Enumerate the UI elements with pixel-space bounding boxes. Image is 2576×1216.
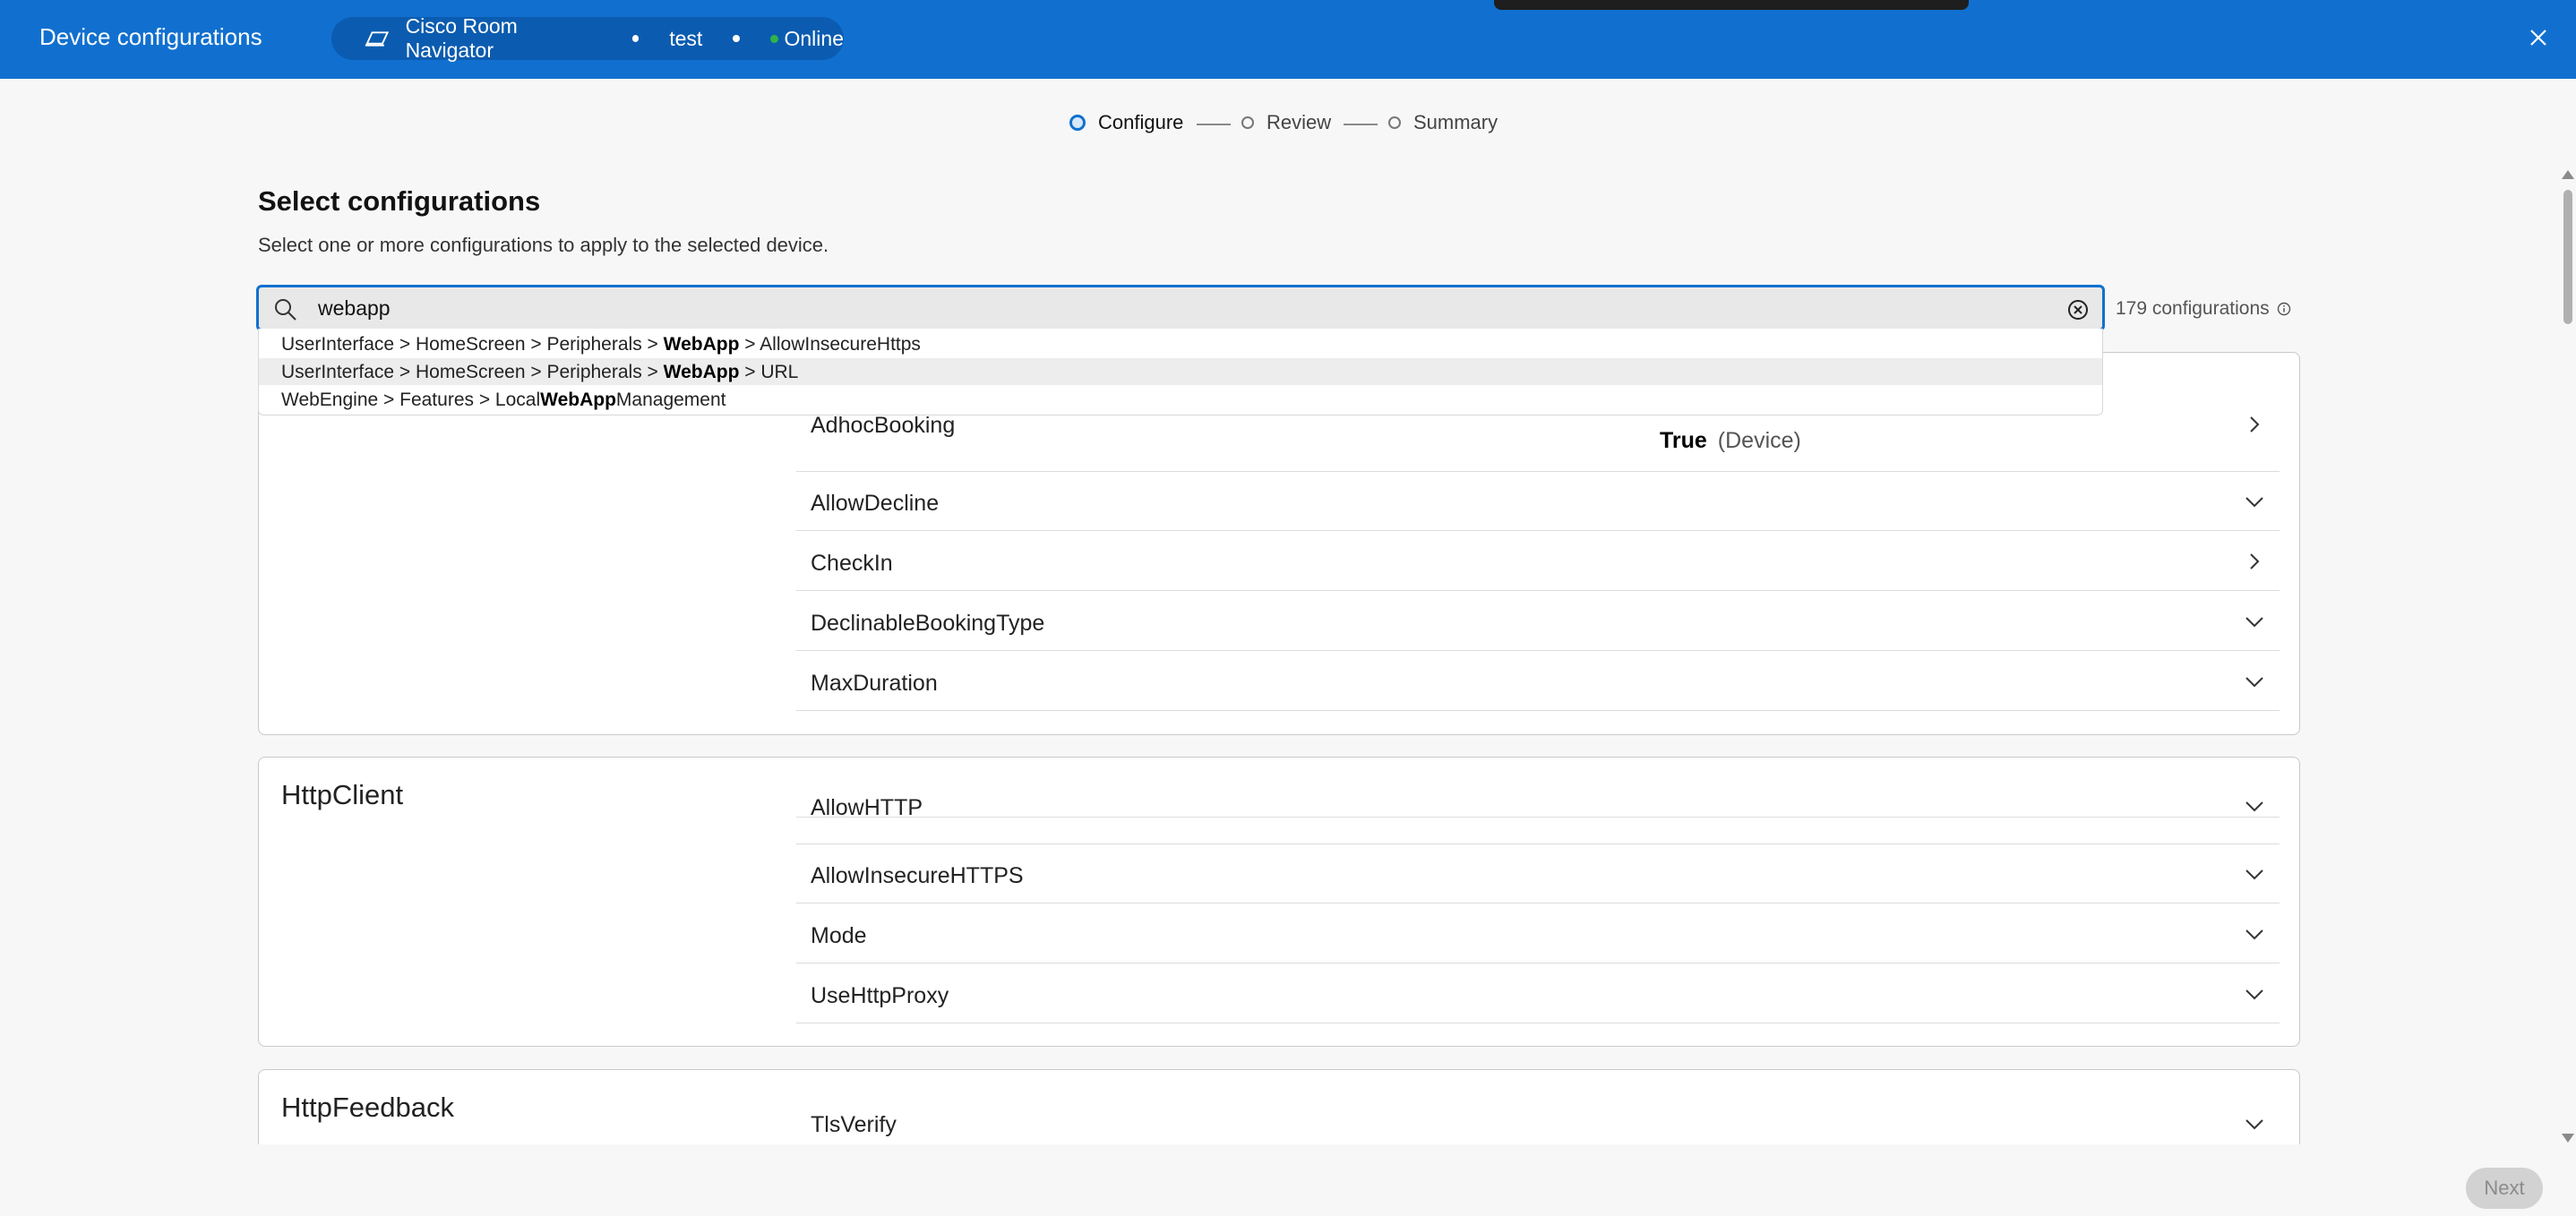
chevron-down-icon [2245, 497, 2263, 508]
config-row-mode[interactable]: Mode [796, 903, 2280, 963]
step-connector [1197, 124, 1231, 125]
config-group-card: HttpClient AllowHTTP AllowInsecureHTTPS … [258, 757, 2300, 1047]
scroll-up-arrow-icon[interactable] [2562, 170, 2574, 179]
clear-search-icon[interactable] [2066, 298, 2090, 321]
config-label: CheckIn [811, 551, 893, 576]
config-current-value: True (Device) [1660, 428, 1801, 453]
chevron-down-icon [2245, 929, 2263, 940]
configuration-search [256, 285, 2105, 331]
config-row-declinablebookingtype[interactable]: DeclinableBookingType [796, 591, 2280, 651]
suggestion-item[interactable]: WebEngine > Features > LocalWebAppManage… [259, 386, 2102, 413]
config-label: MaxDuration [811, 671, 938, 696]
config-row-allowinsecurehttps[interactable]: AllowInsecureHTTPS [796, 843, 2280, 903]
online-status-dot [769, 34, 778, 43]
chevron-down-icon [2245, 989, 2263, 1000]
step-dot [1388, 116, 1401, 129]
page-scrollbar[interactable] [2558, 167, 2576, 1143]
config-label: Mode [811, 923, 867, 948]
top-bar: Device configurations Cisco Room Navigat… [0, 0, 2576, 79]
notification-toast-edge [1494, 0, 1969, 10]
config-row-divider [796, 758, 2280, 844]
config-label: DeclinableBookingType [811, 611, 1045, 636]
chevron-down-icon [2245, 869, 2263, 880]
config-row-checkin[interactable]: CheckIn [796, 531, 2280, 591]
step-label: Configure [1098, 111, 1184, 133]
separator-dot [733, 35, 740, 42]
step-summary: Summary [1388, 111, 1498, 134]
section-heading: Select configurations [258, 185, 541, 217]
step-connector [1344, 124, 1378, 125]
search-icon [275, 299, 296, 321]
step-label: Review [1267, 111, 1332, 133]
device-tag: test [669, 26, 703, 50]
step-configure: Configure [1069, 111, 1183, 134]
step-dot [1241, 116, 1254, 129]
device-name: Cisco Room Navigator [405, 14, 518, 62]
close-icon[interactable] [2526, 25, 2551, 50]
config-label: TlsVerify [811, 1112, 897, 1137]
search-input[interactable] [318, 293, 2020, 323]
config-label: UseHttpProxy [811, 983, 949, 1008]
config-label: AllowDecline [811, 491, 940, 516]
scroll-down-arrow-icon[interactable] [2562, 1134, 2574, 1143]
wizard-stepper: Configure Review Summary [0, 111, 2576, 138]
configuration-count: 179 configurations [2116, 298, 2291, 320]
next-button[interactable]: Next [2466, 1168, 2543, 1209]
section-description: Select one or more configurations to app… [258, 234, 829, 256]
page-header-title: Device configurations [39, 23, 262, 50]
group-title: HttpClient [281, 779, 404, 810]
step-review: Review [1241, 111, 1331, 134]
config-row-maxduration[interactable]: MaxDuration [796, 651, 2280, 711]
search-suggestions: UserInterface > HomeScreen > Peripherals… [258, 329, 2103, 415]
configuration-count-label: 179 configurations [2116, 298, 2270, 319]
separator-dot [631, 35, 640, 42]
chevron-down-icon [2245, 617, 2263, 628]
wizard-footer: Next [0, 1144, 2576, 1216]
group-title: HttpFeedback [281, 1092, 454, 1123]
suggestion-item[interactable]: UserInterface > HomeScreen > Peripherals… [259, 330, 2102, 357]
device-info-pill: Cisco Room Navigator test Online [331, 14, 844, 62]
touch-panel-icon [365, 31, 390, 47]
step-label: Summary [1413, 111, 1498, 133]
step-dot-active [1069, 115, 1086, 131]
chevron-down-icon [2245, 1119, 2263, 1130]
device-status: Online [784, 26, 844, 50]
chevron-right-icon [2250, 553, 2260, 569]
config-label: AllowInsecureHTTPS [811, 863, 1024, 888]
info-icon[interactable] [2277, 302, 2291, 316]
config-row-allowdecline[interactable]: AllowDecline [796, 471, 2280, 531]
scrollbar-thumb[interactable] [2563, 190, 2572, 324]
config-row-usehttpproxy[interactable]: UseHttpProxy [796, 963, 2280, 1023]
suggestion-item-highlighted[interactable]: UserInterface > HomeScreen > Peripherals… [259, 358, 2102, 385]
chevron-right-icon [2250, 416, 2260, 432]
chevron-down-icon [2245, 677, 2263, 688]
config-label: AdhocBooking [811, 413, 956, 438]
